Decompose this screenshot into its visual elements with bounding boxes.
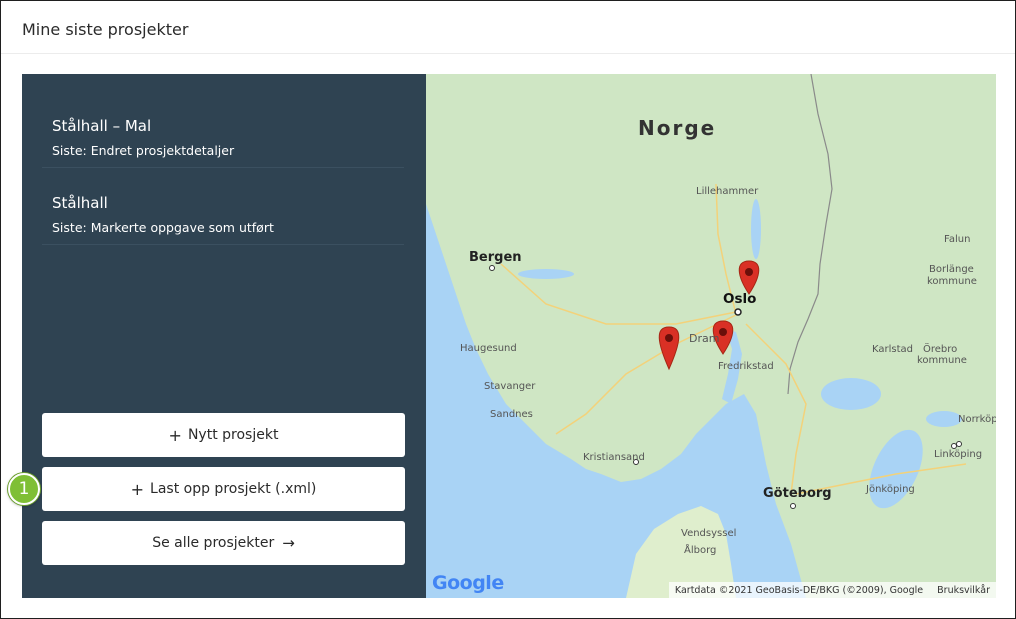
map-label-fredrikstad: Fredrikstad (718, 361, 774, 372)
map-label-stavanger: Stavanger (484, 381, 536, 392)
map-label-orebro-kommune: kommune (917, 355, 967, 366)
map-label-haugesund: Haugesund (460, 343, 517, 354)
upload-project-button[interactable]: + Last opp prosjekt (.xml) (42, 467, 405, 511)
google-logo: Google (432, 572, 504, 594)
map-attribution-bar: Kartdata ©2021 GeoBasis-DE/BKG (©2009), … (668, 582, 996, 598)
map-label-orebro: Örebro (923, 344, 958, 355)
map-label-goteborg: Göteborg (763, 486, 832, 501)
map-label-linkoping: Linköping (934, 449, 983, 460)
map-label-country: Norge (638, 116, 717, 140)
map-terms-link[interactable]: Bruksvilkår (937, 585, 990, 596)
map-attribution: Kartdata ©2021 GeoBasis-DE/BKG (©2009), … (674, 584, 924, 596)
projects-map[interactable]: Norge Lillehammer Bergen Falun Borlänge … (426, 74, 996, 598)
see-all-projects-button[interactable]: Se alle prosjekter → (42, 521, 405, 565)
map-label-karlstad: Karlstad (872, 344, 914, 355)
map-label-falun: Falun (944, 234, 971, 245)
map-label-oslo: Oslo (723, 291, 757, 307)
map-label-bergen: Bergen (469, 250, 522, 265)
map-label-norrkoping: Norrköp (958, 414, 996, 425)
map-label-lillehammer: Lillehammer (696, 186, 759, 197)
page-title: Mine siste prosjekter (22, 20, 189, 39)
project-last-activity: Siste: Markerte oppgave som utført (52, 220, 274, 235)
plus-icon: + (130, 479, 145, 499)
project-name: Stålhall – Mal (52, 117, 152, 135)
projects-panel: Stålhall – Mal Siste: Endret prosjektdet… (22, 74, 426, 598)
recent-projects-card: Mine siste prosjekter Stålhall – Mal Sis… (0, 0, 1016, 619)
map-label-vendsyssel: Vendsyssel (681, 528, 737, 539)
card-header: Mine siste prosjekter (1, 1, 1015, 54)
upload-project-label: Last opp prosjekt (.xml) (150, 481, 317, 497)
map-label-drammen: Dram (689, 332, 720, 345)
project-name: Stålhall (52, 194, 108, 212)
map-label-sandnes: Sandnes (490, 409, 533, 420)
step-number-badge: 1 (8, 473, 40, 505)
map-label-kristiansand: Kristiansand (583, 452, 645, 463)
arrow-right-icon: → (282, 534, 295, 552)
map-label-borlange-kommune: kommune (927, 276, 977, 287)
project-last-activity: Siste: Endret prosjektdetaljer (52, 143, 235, 158)
map-label-jonkoping: Jönköping (866, 484, 915, 495)
see-all-label: Se alle prosjekter (152, 535, 275, 551)
map-label-aalborg: Ålborg (684, 545, 717, 556)
plus-icon: + (168, 425, 182, 445)
new-project-button[interactable]: + Nytt prosjekt (42, 413, 405, 457)
map-label-borlange: Borlänge (929, 264, 974, 275)
google-logo-text: Google (432, 572, 504, 594)
new-project-label: Nytt prosjekt (187, 427, 279, 443)
project-item[interactable]: Stålhall – Mal Siste: Endret prosjektdet… (42, 91, 404, 168)
project-item[interactable]: Stålhall Siste: Markerte oppgave som utf… (42, 168, 404, 245)
